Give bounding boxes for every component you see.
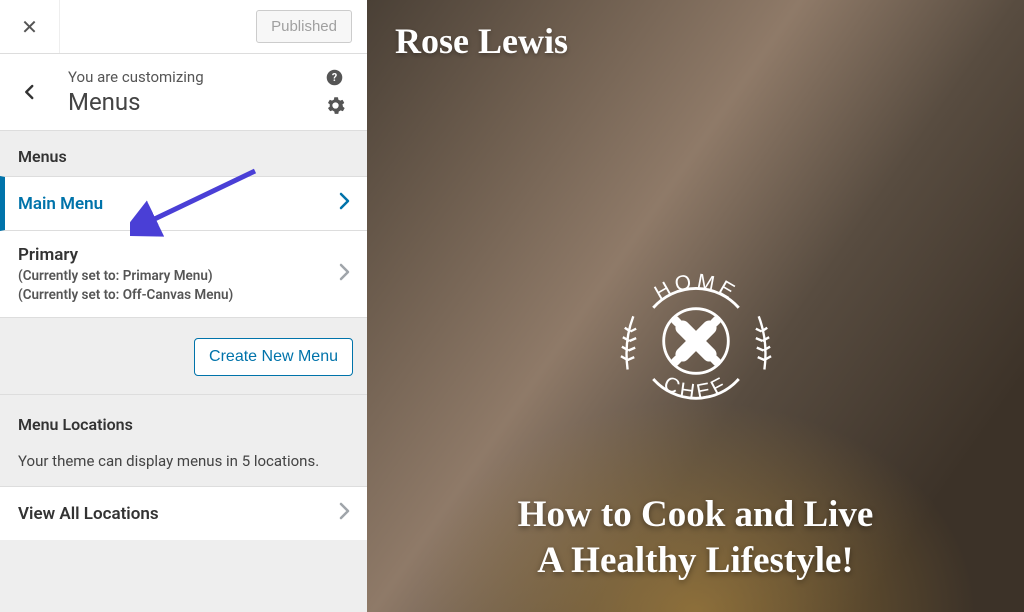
chevron-right-icon [339, 191, 351, 216]
menu-item-title: Main Menu [18, 194, 103, 214]
publish-button[interactable]: Published [256, 10, 352, 43]
section-title: Menus [68, 88, 326, 116]
header-icons: ? [326, 69, 349, 115]
chevron-right-icon [339, 501, 351, 526]
hero-line-1: How to Cook and Live [518, 494, 874, 535]
site-badge: HOME CHEF [601, 246, 791, 436]
menu-item-primary[interactable]: Primary (Currently set to: Primary Menu)… [0, 231, 367, 318]
view-all-locations-label: View All Locations [18, 504, 159, 524]
create-menu-row: Create New Menu [0, 318, 367, 395]
customizing-label: You are customizing [68, 68, 326, 86]
chevron-right-icon [339, 262, 351, 287]
view-all-locations[interactable]: View All Locations [0, 486, 367, 540]
menu-item-title: Primary [18, 245, 233, 265]
menu-locations-description: Your theme can display menus in 5 locati… [0, 444, 367, 486]
menus-label: Menus [0, 131, 367, 176]
gear-icon[interactable] [326, 96, 345, 115]
customizer-topbar: ✕ Published [0, 0, 367, 54]
menu-locations-label: Menu Locations [0, 395, 367, 444]
site-name: Rose Lewis [395, 20, 568, 62]
help-icon[interactable]: ? [326, 69, 345, 86]
menu-item-sub: (Currently set to: Primary Menu) [18, 268, 233, 284]
create-new-menu-button[interactable]: Create New Menu [194, 338, 353, 376]
site-preview: Rose Lewis HOME CHEF [367, 0, 1024, 612]
menu-item-main[interactable]: Main Menu [0, 176, 367, 231]
close-button[interactable]: ✕ [0, 0, 60, 53]
customizer-sidebar: ✕ Published You are customizing Menus ? … [0, 0, 367, 612]
customizer-header: You are customizing Menus ? [0, 54, 367, 131]
hero-title: How to Cook and Live A Healthy Lifestyle… [367, 492, 1024, 585]
svg-text:?: ? [332, 71, 337, 84]
back-button[interactable] [0, 68, 60, 116]
header-titles: You are customizing Menus [60, 68, 326, 116]
svg-text:CHEF: CHEF [659, 372, 732, 404]
chevron-left-icon [21, 83, 39, 101]
hero-line-2: A Healthy Lifestyle! [537, 540, 854, 581]
menu-item-sub: (Currently set to: Off-Canvas Menu) [18, 287, 233, 303]
close-icon: ✕ [21, 15, 38, 39]
badge-bottom-text: CHEF [659, 372, 732, 404]
